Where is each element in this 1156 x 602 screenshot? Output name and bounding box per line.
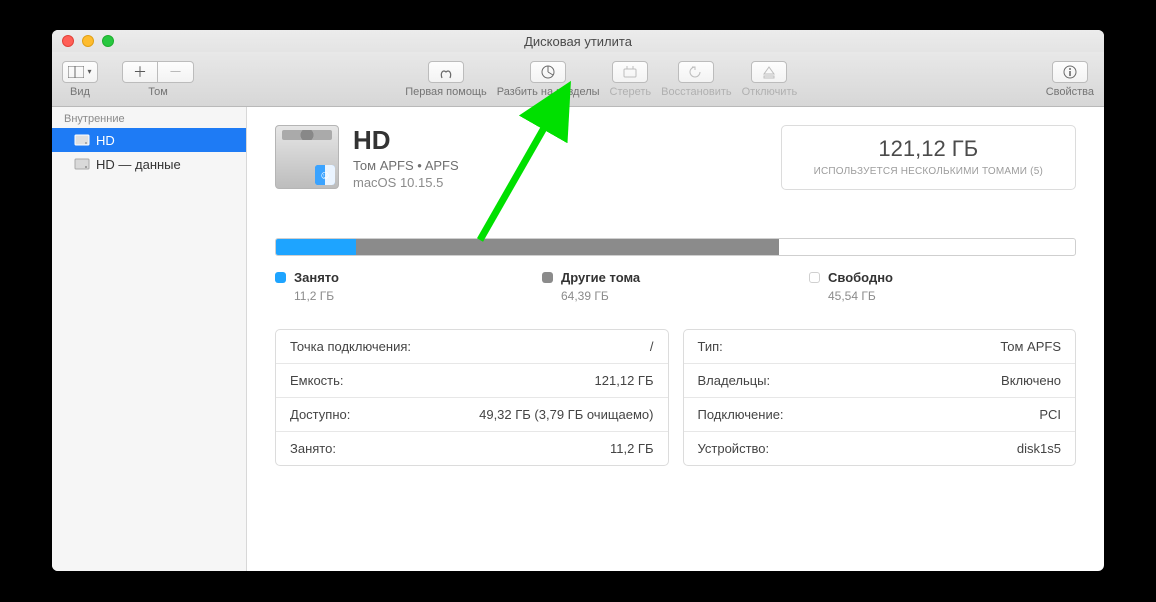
volume-header: ☺ HD Том APFS • APFS macOS 10.15.5 121,1… [247, 107, 1104, 202]
toolbar-unmount-label: Отключить [742, 86, 798, 98]
swatch-free-icon [809, 272, 820, 283]
legend-free-label: Свободно [828, 270, 893, 285]
legend-free: Свободно 45,54 ГБ [809, 270, 1076, 303]
partition-button[interactable] [530, 61, 566, 83]
table-row: Занято:11,2 ГБ [276, 432, 668, 465]
erase-button[interactable] [612, 61, 648, 83]
table-row: Доступно:49,32 ГБ (3,79 ГБ очищаемо) [276, 398, 668, 432]
volume-subtitle: Том APFS • APFS [353, 158, 459, 173]
toolbar-partition-group: Разбить на разделы [497, 61, 600, 98]
volume-icon [74, 132, 90, 148]
legend-used: Занято 11,2 ГБ [275, 270, 542, 303]
add-volume-button[interactable]: ＋ [122, 61, 158, 83]
legend-used-label: Занято [294, 270, 339, 285]
details-tables: Точка подключения:/ Емкость:121,12 ГБ До… [275, 329, 1076, 466]
info-button[interactable] [1052, 61, 1088, 83]
chevron-down-icon: ▾ [87, 67, 91, 76]
toolbar-partition-label: Разбить на разделы [497, 86, 600, 98]
toolbar-info-group: Свойства [1046, 61, 1094, 98]
legend-other-label: Другие тома [561, 270, 640, 285]
first-aid-button[interactable] [428, 61, 464, 83]
window-title: Дисковая утилита [52, 34, 1104, 49]
usage-section: Занято 11,2 ГБ Другие тома 64,39 ГБ Своб… [275, 238, 1076, 303]
volume-os: macOS 10.15.5 [353, 175, 459, 190]
toolbar-unmount-group: Отключить [742, 61, 798, 98]
disk-icon: ☺ [275, 125, 339, 189]
table-row: Подключение:PCI [684, 398, 1076, 432]
toolbar-erase-label: Стереть [610, 86, 652, 98]
restore-button[interactable] [678, 61, 714, 83]
legend-free-value: 45,54 ГБ [828, 289, 1076, 303]
table-row: Емкость:121,12 ГБ [276, 364, 668, 398]
window-body: Внутренние HD HD — данные ☺ HD [52, 107, 1104, 571]
remove-volume-button[interactable]: － [158, 61, 194, 83]
view-mode-button[interactable]: ▾ [62, 61, 98, 83]
volume-icon [74, 156, 90, 172]
capacity-note: ИСПОЛЬЗУЕТСЯ НЕСКОЛЬКИМИ ТОМАМИ (5) [814, 166, 1043, 177]
usage-bar-other [356, 239, 779, 255]
toolbar-view-label: Вид [70, 86, 90, 98]
toolbar-info-label: Свойства [1046, 86, 1094, 98]
usage-bar-used [276, 239, 356, 255]
finder-badge-icon: ☺ [315, 165, 335, 185]
sidebar-item-hd[interactable]: HD [52, 128, 246, 152]
legend-used-value: 11,2 ГБ [294, 289, 542, 303]
swatch-other-icon [542, 272, 553, 283]
sidebar-item-label: HD [96, 133, 115, 148]
sidebar: Внутренние HD HD — данные [52, 107, 247, 571]
table-row: Тип:Том APFS [684, 330, 1076, 364]
legend-other-value: 64,39 ГБ [561, 289, 809, 303]
content-pane: ☺ HD Том APFS • APFS macOS 10.15.5 121,1… [247, 107, 1104, 571]
volume-header-text: HD Том APFS • APFS macOS 10.15.5 [353, 125, 459, 190]
table-row: Устройство:disk1s5 [684, 432, 1076, 465]
legend-other: Другие тома 64,39 ГБ [542, 270, 809, 303]
toolbar-first-aid-label: Первая помощь [405, 86, 487, 98]
sidebar-item-label: HD — данные [96, 157, 181, 172]
toolbar-erase-group: Стереть [610, 61, 652, 98]
toolbar-restore-group: Восстановить [661, 61, 731, 98]
disk-utility-window: Дисковая утилита ▾ Вид ＋ － Том [52, 30, 1104, 571]
table-row: Владельцы:Включено [684, 364, 1076, 398]
toolbar-volume-label: Том [148, 86, 168, 98]
toolbar-first-aid-group: Первая помощь [405, 61, 487, 98]
unmount-button[interactable] [751, 61, 787, 83]
toolbar-volume-group: ＋ － Том [122, 61, 194, 98]
usage-legend: Занято 11,2 ГБ Другие тома 64,39 ГБ Своб… [275, 270, 1076, 303]
swatch-used-icon [275, 272, 286, 283]
usage-bar [275, 238, 1076, 256]
sidebar-section-header: Внутренние [52, 107, 246, 128]
capacity-value: 121,12 ГБ [814, 136, 1043, 162]
toolbar: ▾ Вид ＋ － Том Первая помощь Разби [52, 52, 1104, 107]
capacity-box: 121,12 ГБ ИСПОЛЬЗУЕТСЯ НЕСКОЛЬКИМИ ТОМАМ… [781, 125, 1076, 190]
titlebar: Дисковая утилита [52, 30, 1104, 52]
toolbar-view-group: ▾ Вид [62, 61, 98, 98]
volume-name: HD [353, 125, 459, 156]
sidebar-item-hd-data[interactable]: HD — данные [52, 152, 246, 176]
details-table-left: Точка подключения:/ Емкость:121,12 ГБ До… [275, 329, 669, 466]
details-table-right: Тип:Том APFS Владельцы:Включено Подключе… [683, 329, 1077, 466]
table-row: Точка подключения:/ [276, 330, 668, 364]
toolbar-restore-label: Восстановить [661, 86, 731, 98]
